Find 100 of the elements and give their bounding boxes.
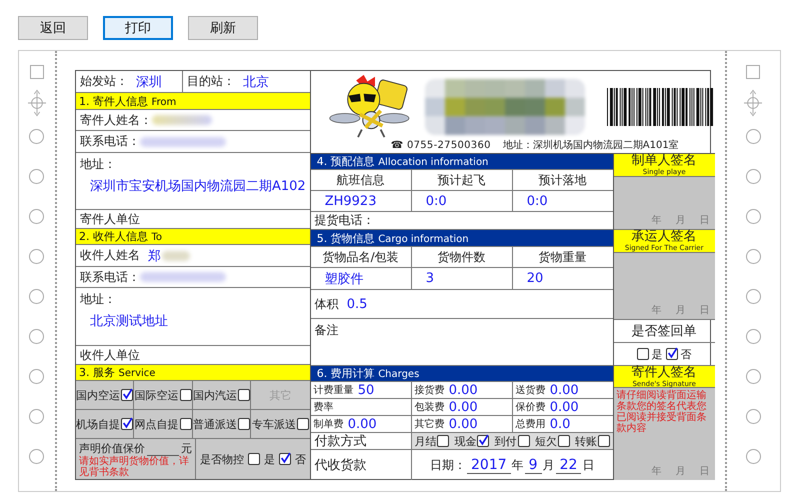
note-text: 请仔细阅读背面运输条款您的签名代表您已阅读并接受背面条款内容 bbox=[616, 390, 708, 434]
option-label: 转账 bbox=[575, 434, 598, 448]
date-unit-label: 日 bbox=[700, 304, 710, 317]
option-label: 否 bbox=[680, 346, 692, 362]
option-label: 国际空运 bbox=[134, 388, 179, 402]
field-label: 是否物控 bbox=[200, 452, 244, 466]
field-label: 收件人姓名 bbox=[80, 247, 140, 264]
table-cell-text: 20 bbox=[526, 270, 544, 288]
option-label: 国内汽运 bbox=[193, 388, 238, 402]
option-label: 普通派送 bbox=[193, 416, 238, 432]
field-label: 保价费 bbox=[516, 400, 546, 414]
field-value: 北京测试地址 bbox=[90, 313, 169, 330]
column-header: 货物件数 bbox=[412, 247, 513, 267]
date-unit-label: 年 bbox=[652, 214, 662, 227]
section-title: 4. 预配信息 Allocation information bbox=[316, 154, 488, 169]
toolbar-button[interactable]: 刷新 bbox=[188, 16, 258, 40]
unit-label: 月 bbox=[542, 456, 555, 474]
section-title: 2. 收件人信息 To bbox=[78, 229, 162, 244]
field-label: 收件人单位 bbox=[80, 346, 140, 364]
field-label: 联系电话： bbox=[80, 268, 140, 286]
field-label: 目的站： bbox=[186, 73, 235, 90]
field-label: 总费用 bbox=[516, 418, 546, 431]
table-cell: ZH9923 bbox=[310, 191, 412, 211]
field-label: 包装费 bbox=[414, 400, 445, 414]
field-value: 0.5 bbox=[346, 296, 368, 312]
field-label: 寄件人姓名： bbox=[80, 112, 152, 128]
field-label: 提货电话： bbox=[314, 212, 375, 229]
unit-label: 日 bbox=[582, 456, 594, 474]
date-year: 2017 bbox=[467, 456, 511, 474]
field-value: 0.00 bbox=[448, 382, 478, 398]
table-cell: 塑胶件 bbox=[310, 268, 412, 289]
section-title: 1. 寄件人信息 From bbox=[78, 94, 176, 108]
date-month: 9 bbox=[524, 456, 542, 474]
date-unit-label: 月 bbox=[676, 214, 686, 227]
date-unit-label: 日 bbox=[700, 465, 710, 478]
field-value: 0.00 bbox=[448, 416, 478, 432]
unit-label: 年 bbox=[512, 456, 524, 474]
field-label: 送货费 bbox=[516, 384, 546, 397]
column-header: 预计起飞 bbox=[412, 170, 513, 190]
field-value: 0.00 bbox=[550, 400, 579, 414]
toolbar-button[interactable]: 打印 bbox=[103, 16, 173, 40]
column-header: 预计落地 bbox=[538, 172, 588, 188]
field-label: 接货费 bbox=[414, 384, 445, 397]
section-title: 6. 费用计算 Charges bbox=[316, 366, 420, 381]
table-cell: 3 bbox=[412, 268, 513, 289]
option-label: 是 bbox=[264, 452, 275, 466]
field-label: 制单费 bbox=[314, 418, 344, 431]
column-header: 货物品名/包装 bbox=[310, 247, 412, 267]
field-label: 地址： bbox=[80, 291, 117, 308]
option-label: 专车派送 bbox=[252, 416, 296, 432]
option-label: 现金 bbox=[454, 434, 476, 448]
date-unit-label: 月 bbox=[676, 304, 686, 317]
field-label: 费率 bbox=[314, 400, 334, 414]
unit-label: 元 bbox=[180, 441, 192, 456]
field-value: 0.00 bbox=[348, 416, 377, 432]
section-title: 5. 货物信息 Cargo information bbox=[316, 230, 469, 246]
field-value: 郑 bbox=[148, 248, 161, 264]
field-value: 0.0 bbox=[550, 416, 570, 432]
phone-text: ☎ 0755-27500360 bbox=[390, 140, 491, 150]
field-label: 体积 bbox=[314, 296, 339, 312]
date-unit-label: 年 bbox=[652, 304, 662, 317]
field-value: 0.00 bbox=[448, 400, 478, 414]
signature-title: 寄件人签名 bbox=[632, 366, 697, 380]
field-label: 计费重量 bbox=[314, 384, 354, 397]
option-label: 网点自提 bbox=[134, 416, 179, 432]
field-label: 代收货款 bbox=[314, 457, 367, 474]
option-label: 到付 bbox=[494, 434, 517, 448]
date-day: 22 bbox=[556, 456, 582, 474]
note-text: 请如实声明货物价值，详见背书条款 bbox=[78, 456, 190, 478]
field-label: 联系电话： bbox=[80, 133, 140, 150]
field-label: 声明价值保价 bbox=[78, 441, 145, 456]
date-unit-label: 日 bbox=[700, 214, 710, 227]
field-value: 深圳 bbox=[136, 74, 162, 90]
field-value: 50 bbox=[358, 382, 374, 398]
option-label: 国内空运 bbox=[76, 388, 120, 402]
field-label: 其它费 bbox=[414, 418, 445, 431]
field-label: 备注 bbox=[314, 322, 340, 339]
field-label: 始发站： bbox=[80, 73, 128, 90]
date-unit-label: 月 bbox=[676, 465, 686, 478]
field-value: 0.00 bbox=[550, 382, 579, 398]
column-header: 航班信息 bbox=[310, 170, 412, 190]
address-text: 地址：深圳机场国内物流园二期A101室 bbox=[502, 138, 679, 152]
toolbar-button[interactable]: 返回 bbox=[18, 16, 88, 40]
option-label: 短欠 bbox=[534, 434, 557, 448]
date-unit-label: 年 bbox=[652, 465, 662, 478]
field-label: 日期： bbox=[430, 456, 466, 474]
option-label: 月结 bbox=[414, 434, 436, 448]
option-label: 是 bbox=[652, 346, 663, 362]
field-value: 深圳市宝安机场国内物流园二期A102 bbox=[90, 178, 306, 195]
column-header: 货物重量 bbox=[538, 248, 588, 266]
table-cell-text: 0:0 bbox=[526, 192, 549, 210]
table-cell: 0:0 bbox=[412, 191, 513, 211]
section-title: 3. 服务 Service bbox=[78, 365, 156, 380]
field-value: 北京 bbox=[242, 74, 269, 90]
option-label: 否 bbox=[294, 452, 306, 466]
option-label: 机场自提 bbox=[76, 416, 120, 432]
field-label: 寄件人单位 bbox=[80, 210, 140, 228]
field-label: 是否签回单 bbox=[632, 323, 697, 340]
signature-title: 承运人签名 bbox=[632, 230, 697, 244]
field-label: 付款方式 bbox=[314, 433, 367, 450]
